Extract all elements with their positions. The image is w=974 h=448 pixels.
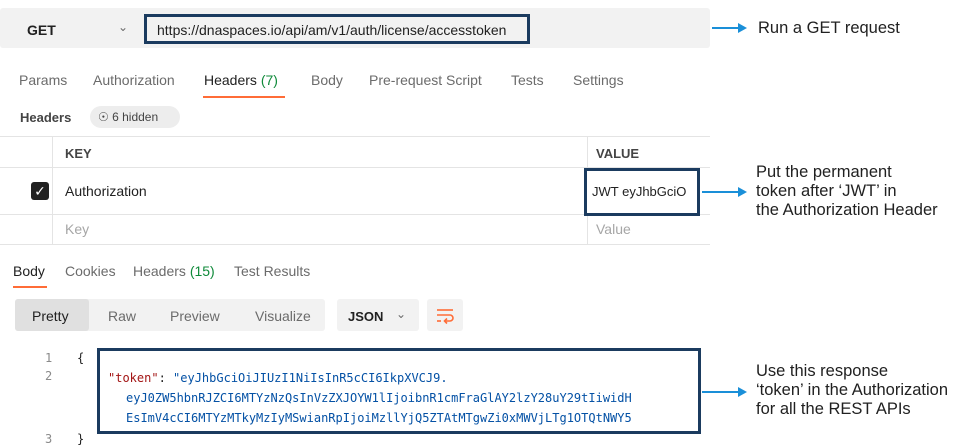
- arrow-head: [738, 387, 747, 397]
- annotation-run-request: Run a GET request: [758, 19, 900, 37]
- annotation-response-line: for all the REST APIs: [756, 400, 911, 418]
- annotation-token-line: the Authorization Header: [756, 201, 938, 219]
- annotation-response-line: ‘token’ in the Authorization: [756, 381, 949, 399]
- arrow-head: [738, 23, 747, 33]
- annotation-token-line: Put the permanent: [756, 163, 892, 181]
- arrow-head: [738, 187, 747, 197]
- annotation-response-line: Use this response: [756, 362, 889, 380]
- annotation-token-line: token after ‘JWT’ in: [756, 182, 897, 200]
